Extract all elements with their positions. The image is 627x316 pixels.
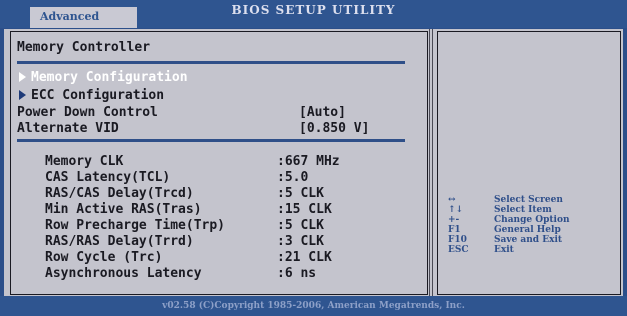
submenu-arrow-icon [19,72,26,82]
footer-bar: v02.58 (C)Copyright 1985-2006, American … [0,296,627,316]
info-row-cycle-label: Row Cycle (Trc) [45,250,163,265]
header-bar: Advanced BIOS SETUP UTILITY [0,0,627,28]
setting-power-down-control-label: Power Down Control [17,105,158,120]
menu-item-memory-configuration[interactable]: Memory Configuration [31,70,188,85]
settings-pane: Memory Controller Memory Configuration E… [10,31,428,295]
help-desc: Exit [494,245,514,255]
panel-divider-inner [432,29,433,296]
help-desc: General Help [494,225,561,235]
info-separator [17,139,405,142]
help-key-f1: F1 [448,225,461,235]
help-key-plus-minus: +- [448,215,460,225]
section-title: Memory Controller [17,40,151,55]
info-memory-clk-label: Memory CLK [45,154,124,169]
section-title-underline [17,61,405,64]
panel-divider [429,29,430,296]
info-row-precharge-value: :5 CLK [277,218,324,233]
setting-alternate-vid-value[interactable]: [0.850 V] [299,121,369,136]
help-key-f10: F10 [448,235,467,245]
info-row-cycle-value: :21 CLK [277,250,332,265]
info-row-precharge-label: Row Precharge Time(Trp) [45,218,226,233]
submenu-arrow-icon [19,90,26,100]
help-desc: Change Option [494,215,570,225]
info-async-latency-value: :6 ns [277,266,317,281]
window-title: BIOS SETUP UTILITY [231,3,396,17]
help-key-esc: ESC [448,245,469,255]
menu-item-ecc-configuration[interactable]: ECC Configuration [31,88,164,103]
info-min-active-ras-value: :15 CLK [277,202,332,217]
info-ras-cas-delay-value: :5 CLK [277,186,324,201]
info-cas-latency-value: :5.0 [277,170,309,185]
bios-screen: Advanced BIOS SETUP UTILITY Memory Contr… [0,0,627,316]
info-async-latency-label: Asynchronous Latency [45,266,202,281]
main-panel: Memory Controller Memory Configuration E… [4,29,623,296]
info-min-active-ras-label: Min Active RAS(Tras) [45,202,202,217]
copyright-text: v02.58 (C)Copyright 1985-2006, American … [162,301,465,311]
setting-power-down-control-value[interactable]: [Auto] [299,105,346,120]
setting-alternate-vid-label: Alternate VID [17,121,119,136]
help-desc: Select Screen [494,195,563,205]
info-memory-clk-value: :667 MHz [277,154,340,169]
help-key-arrows-ud-icon: ↑↓ [448,205,464,215]
info-cas-latency-label: CAS Latency(TCL) [45,170,171,185]
info-ras-ras-delay-label: RAS/RAS Delay(Trrd) [45,234,194,249]
help-desc: Save and Exit [494,235,563,245]
help-pane: ↔ Select Screen ↑↓ Select Item +- Change… [437,31,621,295]
help-desc: Select Item [494,205,552,215]
info-ras-cas-delay-label: RAS/CAS Delay(Trcd) [45,186,194,201]
help-key-arrows-lr-icon: ↔ [448,195,456,205]
info-ras-ras-delay-value: :3 CLK [277,234,324,249]
